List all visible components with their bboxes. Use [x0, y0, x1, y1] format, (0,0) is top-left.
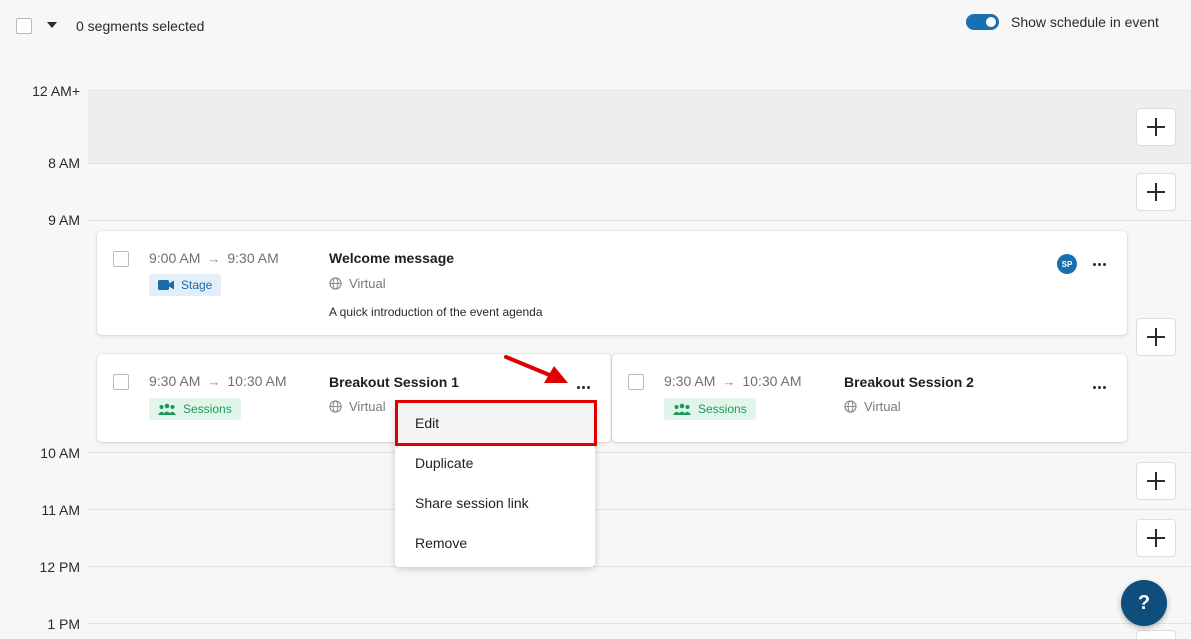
toggle-knob [986, 17, 996, 27]
session-time-range: 9:30 AM → 10:30 AM [664, 373, 802, 389]
hour-line-12pm [88, 566, 1191, 567]
dot [1092, 262, 1096, 266]
plus-icon [1147, 529, 1165, 547]
group-icon [158, 403, 176, 415]
hour-line-12am [88, 90, 1191, 91]
arrow-right-icon: → [207, 373, 221, 389]
start-time: 9:00 AM [149, 250, 201, 266]
select-all-checkbox[interactable] [16, 18, 32, 34]
hour-line-8am [88, 163, 1191, 164]
night-band [88, 90, 1191, 163]
dot [1102, 262, 1106, 266]
arrow-right-icon: → [722, 373, 736, 389]
session-card[interactable]: 9:30 AM → 10:30 AM Sessions Breakout Ses… [612, 354, 1127, 442]
more-options-button[interactable] [1087, 379, 1111, 395]
session-card[interactable]: 9:00 AM → 9:30 AM Stage Welcome message … [97, 231, 1127, 335]
tag-label: Stage [181, 278, 213, 292]
selection-dropdown[interactable] [45, 17, 59, 33]
hour-line-10am [88, 452, 1191, 453]
plus-icon [1147, 328, 1165, 346]
more-options-button[interactable] [571, 379, 595, 395]
menu-item-share-session-link[interactable]: Share session link [395, 483, 595, 523]
add-segment-button[interactable] [1136, 108, 1176, 146]
show-schedule-toggle[interactable] [966, 14, 999, 30]
session-time-range: 9:30 AM → 10:30 AM [149, 373, 287, 389]
session-checkbox[interactable] [113, 251, 129, 267]
plus-icon [1147, 118, 1165, 136]
dot [1092, 385, 1096, 389]
session-type-tag: Sessions [149, 398, 241, 420]
session-checkbox[interactable] [628, 374, 644, 390]
session-type-tag: Sessions [664, 398, 756, 420]
help-label: ? [1137, 591, 1151, 614]
start-time: 9:30 AM [149, 373, 201, 389]
add-segment-button[interactable] [1136, 630, 1176, 639]
selection-count-label: 0 segments selected [76, 18, 205, 34]
more-options-button[interactable] [1087, 256, 1111, 272]
end-time: 9:30 AM [227, 250, 279, 266]
session-time-range: 9:00 AM → 9:30 AM [149, 250, 279, 266]
globe-icon [844, 400, 857, 413]
time-label-10am: 10 AM [40, 445, 80, 461]
location-label: Virtual [349, 276, 386, 291]
dot [1102, 385, 1106, 389]
end-time: 10:30 AM [227, 373, 287, 389]
dot [1097, 262, 1101, 266]
time-label-8am: 8 AM [48, 155, 80, 171]
globe-icon [329, 400, 342, 413]
plus-icon [1147, 472, 1165, 490]
add-segment-button[interactable] [1136, 462, 1176, 500]
session-title[interactable]: Welcome message [329, 250, 454, 266]
add-segment-button[interactable] [1136, 519, 1176, 557]
show-schedule-label: Show schedule in event [1011, 14, 1159, 30]
time-label-1pm: 1 PM [47, 616, 80, 632]
session-title[interactable]: Breakout Session 2 [844, 374, 974, 390]
tag-label: Sessions [698, 402, 747, 416]
dot [1097, 385, 1101, 389]
time-label-12am: 12 AM+ [32, 83, 80, 99]
session-location: Virtual [329, 276, 386, 291]
dot [581, 385, 585, 389]
globe-icon [329, 277, 342, 290]
hour-line-9am [88, 220, 1191, 221]
session-title[interactable]: Breakout Session 1 [329, 374, 459, 390]
help-button[interactable]: ? [1121, 580, 1167, 626]
dot [586, 385, 590, 389]
add-segment-button[interactable] [1136, 318, 1176, 356]
annotation-highlight-box [395, 400, 597, 446]
video-camera-icon [158, 280, 174, 290]
time-label-12pm: 12 PM [39, 559, 80, 575]
dot [576, 385, 580, 389]
tag-label: Sessions [183, 402, 232, 416]
caret-down-icon [47, 22, 57, 28]
annotation-arrow-icon [504, 355, 568, 383]
avatar[interactable]: SP [1057, 254, 1077, 274]
hour-line-11am [88, 509, 1191, 510]
end-time: 10:30 AM [742, 373, 802, 389]
menu-item-duplicate[interactable]: Duplicate [395, 443, 595, 483]
session-location: Virtual [329, 399, 386, 414]
session-location: Virtual [844, 399, 901, 414]
group-icon [673, 403, 691, 415]
session-description: A quick introduction of the event agenda [329, 305, 543, 319]
session-type-tag: Stage [149, 274, 222, 296]
location-label: Virtual [349, 399, 386, 414]
session-checkbox[interactable] [113, 374, 129, 390]
time-label-9am: 9 AM [48, 212, 80, 228]
time-label-11am: 11 AM [41, 502, 80, 518]
arrow-right-icon: → [207, 250, 221, 266]
plus-icon [1147, 183, 1165, 201]
add-segment-button[interactable] [1136, 173, 1176, 211]
menu-item-remove[interactable]: Remove [395, 523, 595, 563]
start-time: 9:30 AM [664, 373, 716, 389]
location-label: Virtual [864, 399, 901, 414]
hour-line-1pm [88, 623, 1191, 624]
